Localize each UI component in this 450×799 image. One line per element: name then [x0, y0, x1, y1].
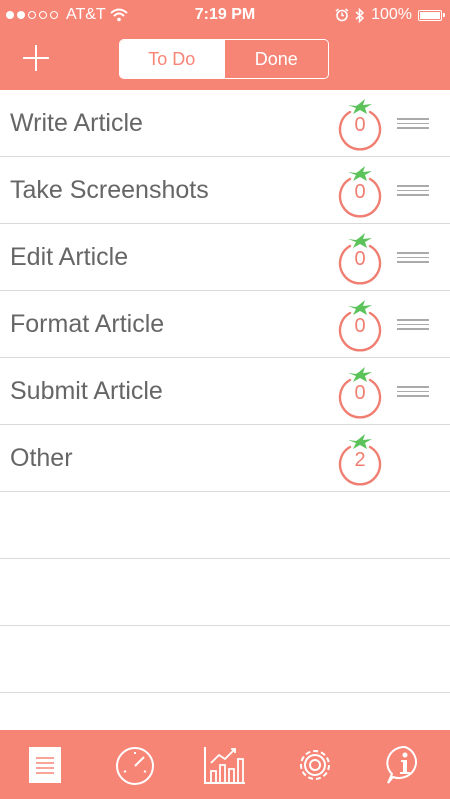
status-right: 100%	[335, 6, 445, 24]
list-icon	[29, 746, 61, 783]
timer-icon	[116, 746, 154, 785]
pomodoro-count: 0	[354, 114, 366, 136]
empty-row	[0, 492, 450, 559]
tomato-counter-button[interactable]: 2	[330, 433, 386, 489]
empty-row	[0, 559, 450, 626]
task-list: Write Article 0 Take Screenshots 0 Edit …	[0, 90, 450, 693]
reorder-handle-icon[interactable]	[397, 386, 429, 398]
todo-done-segmented-control: To Do Done	[119, 39, 329, 79]
tab-stats[interactable]	[199, 740, 251, 790]
battery-icon	[418, 9, 445, 21]
alarm-icon	[335, 8, 349, 22]
stats-chart-icon	[204, 746, 245, 784]
pomodoro-count: 0	[354, 181, 366, 203]
segment-done[interactable]: Done	[223, 40, 328, 78]
pomodoro-count: 0	[354, 315, 366, 337]
tab-settings[interactable]	[289, 740, 341, 790]
pomodoro-count: 2	[354, 449, 366, 471]
tab-info[interactable]	[379, 740, 431, 790]
reorder-handle-icon[interactable]	[397, 319, 429, 331]
task-row[interactable]: Take Screenshots 0	[0, 157, 450, 224]
task-label: Other	[10, 444, 73, 472]
header-bar: AT&T 7:19 PM 100% To Do Done	[0, 0, 450, 90]
gear-icon	[300, 749, 330, 780]
reorder-handle-icon[interactable]	[397, 118, 429, 130]
pomodoro-count: 0	[354, 248, 366, 270]
empty-row	[0, 626, 450, 693]
task-row[interactable]: Edit Article 0	[0, 224, 450, 291]
reorder-handle-icon[interactable]	[397, 185, 429, 197]
bluetooth-icon	[355, 7, 365, 23]
tomato-counter-button[interactable]: 0	[330, 98, 386, 154]
segment-todo[interactable]: To Do	[120, 40, 224, 78]
task-label: Write Article	[10, 109, 143, 137]
task-row[interactable]: Format Article 0	[0, 291, 450, 358]
task-row[interactable]: Submit Article 0	[0, 358, 450, 425]
add-task-button[interactable]	[22, 44, 50, 72]
pomodoro-count: 0	[354, 382, 366, 404]
battery-label: 100%	[371, 6, 412, 23]
reorder-handle-icon[interactable]	[397, 252, 429, 264]
task-row[interactable]: Write Article 0	[0, 90, 450, 157]
tab-list[interactable]	[19, 740, 71, 790]
task-label: Format Article	[10, 310, 165, 338]
task-row[interactable]: Other 2	[0, 425, 450, 492]
info-icon	[386, 745, 418, 784]
tomato-counter-button[interactable]: 0	[330, 299, 386, 355]
tomato-counter-button[interactable]: 0	[330, 366, 386, 422]
task-label: Edit Article	[10, 243, 129, 271]
task-label: Take Screenshots	[10, 176, 209, 204]
bottom-tab-bar	[0, 730, 450, 799]
tab-timer[interactable]	[109, 740, 161, 790]
status-bar: AT&T 7:19 PM 100%	[0, 0, 450, 30]
tomato-counter-button[interactable]: 0	[330, 232, 386, 288]
tomato-counter-button[interactable]: 0	[330, 165, 386, 221]
task-label: Submit Article	[10, 377, 163, 405]
